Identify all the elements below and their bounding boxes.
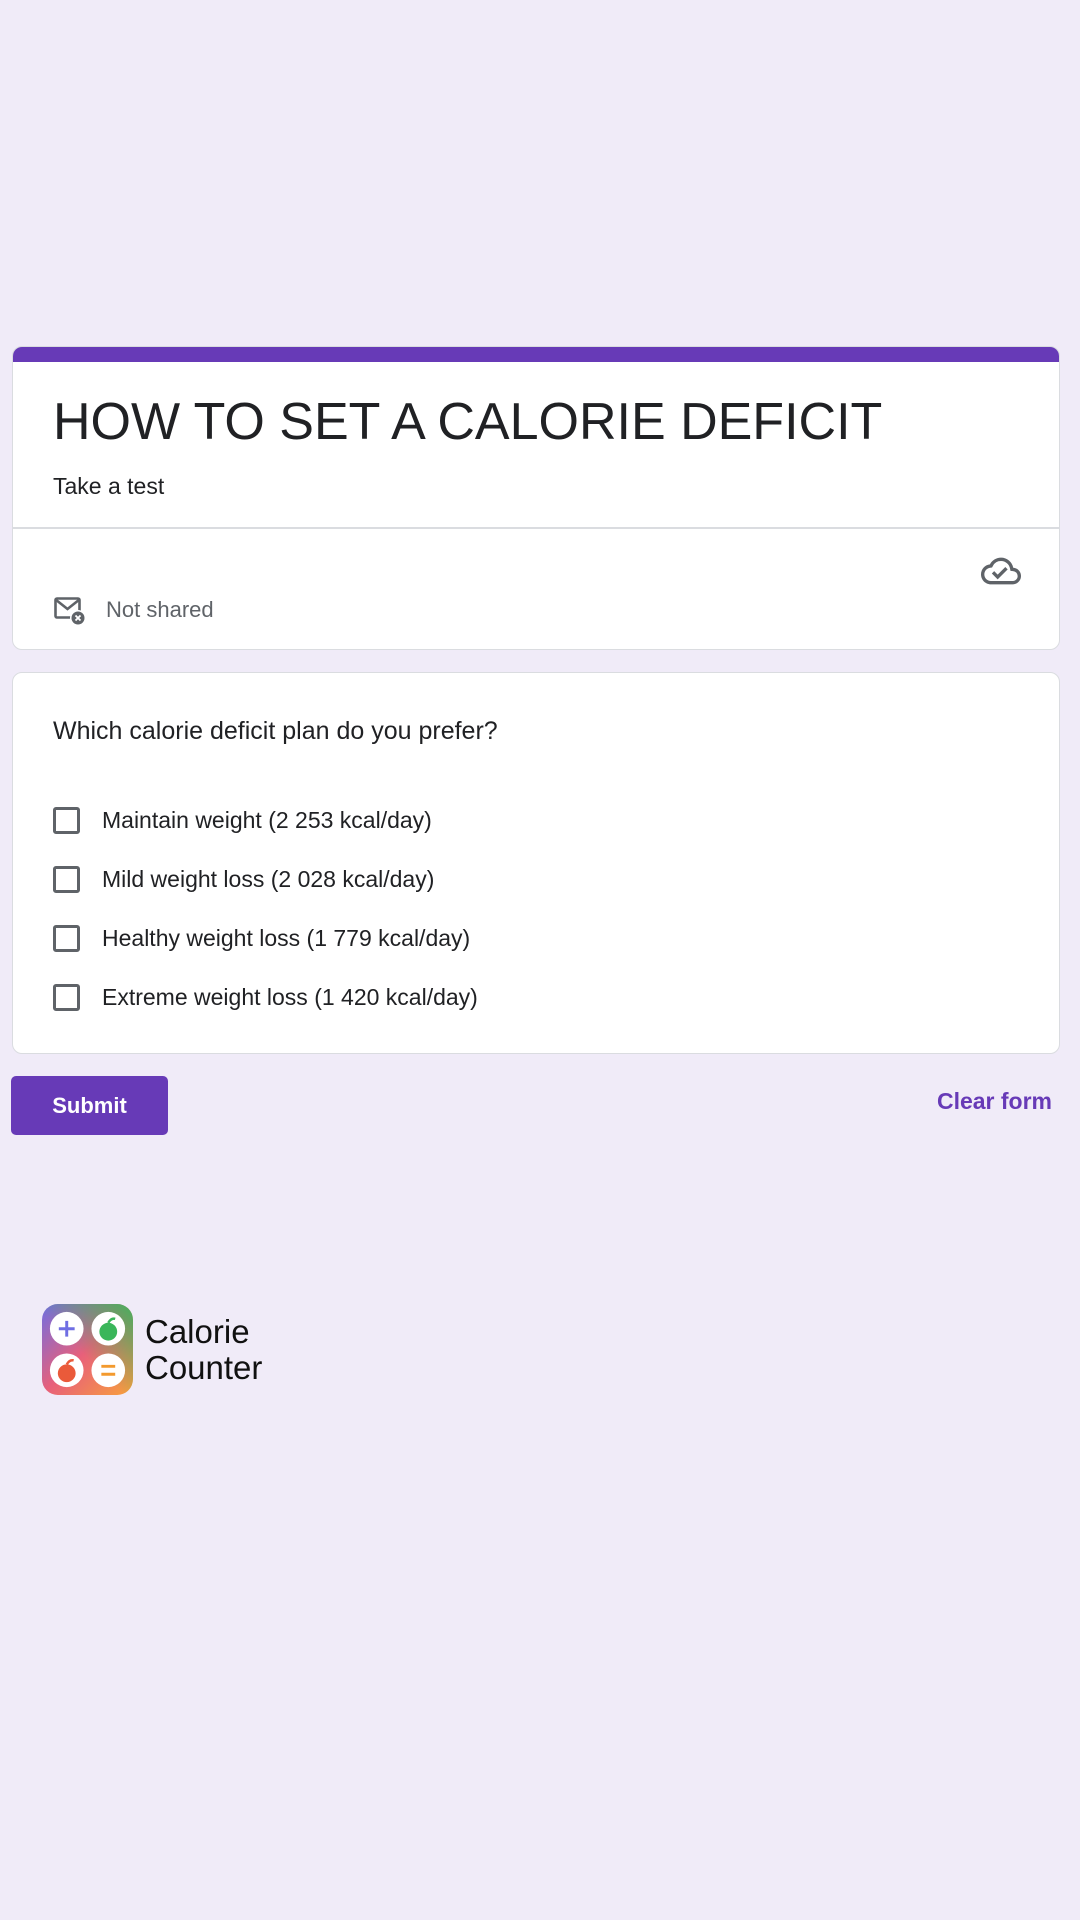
option-healthy-weight-loss[interactable]: Healthy weight loss (1 779 kcal/day) — [53, 909, 478, 968]
cloud-saved-icon — [981, 557, 1021, 585]
mail-not-shared-icon — [54, 597, 86, 626]
option-label: Maintain weight (2 253 kcal/day) — [102, 807, 432, 833]
option-label: Extreme weight loss (1 420 kcal/day) — [102, 984, 478, 1010]
checkbox[interactable] — [53, 807, 80, 834]
checkbox[interactable] — [53, 866, 80, 893]
form-description: Take a test — [53, 473, 165, 499]
brand-name-line-1: Calorie — [145, 1312, 250, 1350]
form-header-card: HOW TO SET A CALORIE DEFICIT Take a test… — [12, 346, 1060, 650]
option-label: Healthy weight loss (1 779 kcal/day) — [102, 925, 471, 951]
header-accent-bar — [13, 347, 1059, 362]
header-divider — [13, 527, 1059, 529]
question-title: Which calorie deficit plan do you prefer… — [53, 717, 498, 745]
checkbox[interactable] — [53, 984, 80, 1011]
option-mild-weight-loss[interactable]: Mild weight loss (2 028 kcal/day) — [53, 850, 478, 909]
form-title: HOW TO SET A CALORIE DEFICIT — [53, 393, 883, 451]
sharing-status-text: Not shared — [106, 597, 214, 622]
option-label: Mild weight loss (2 028 kcal/day) — [102, 866, 435, 892]
option-maintain-weight[interactable]: Maintain weight (2 253 kcal/day) — [53, 791, 478, 850]
question-card: Which calorie deficit plan do you prefer… — [12, 672, 1060, 1054]
brand-footer: Calorie Counter — [42, 1304, 305, 1395]
checkbox-options: Maintain weight (2 253 kcal/day) Mild we… — [53, 791, 478, 1027]
brand-name: Calorie Counter — [145, 1312, 305, 1386]
checkbox[interactable] — [53, 925, 80, 952]
clear-form-button[interactable]: Clear form — [937, 1088, 1052, 1115]
submit-button[interactable]: Submit — [11, 1076, 168, 1135]
option-extreme-weight-loss[interactable]: Extreme weight loss (1 420 kcal/day) — [53, 968, 478, 1027]
brand-name-line-2: Counter — [145, 1348, 263, 1386]
sharing-status: Not shared — [53, 593, 214, 627]
calorie-counter-app-icon — [42, 1304, 133, 1395]
